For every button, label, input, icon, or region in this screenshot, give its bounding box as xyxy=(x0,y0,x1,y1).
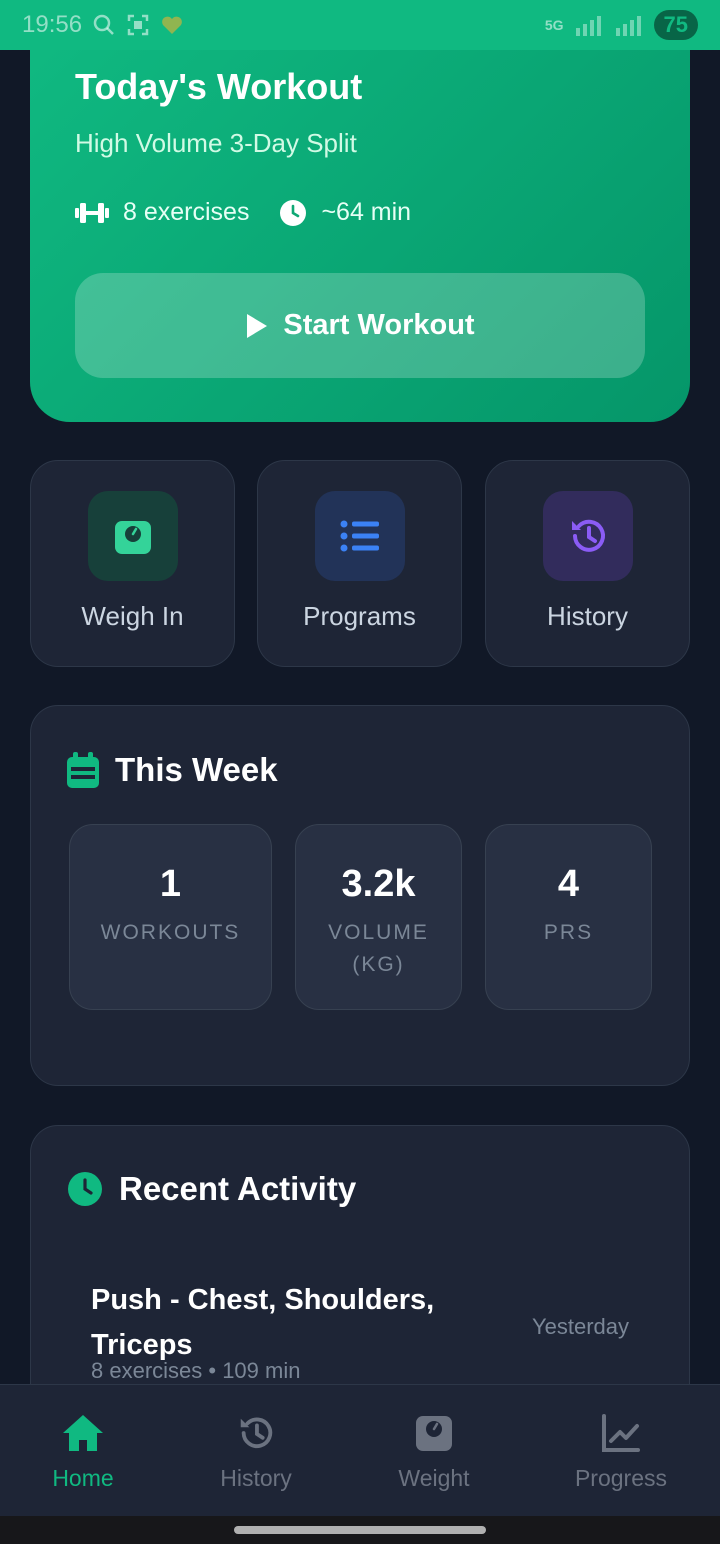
this-week-card: This Week 1 WORKOUTS 3.2k VOLUME (KG) 4 … xyxy=(30,705,690,1086)
volume-label-line1: VOLUME xyxy=(328,921,429,944)
start-workout-button[interactable]: Start Workout xyxy=(75,273,645,378)
exercise-count: 8 exercises xyxy=(75,198,249,227)
clock-icon xyxy=(68,1172,102,1206)
scan-icon xyxy=(127,14,149,36)
weigh-in-icon-box xyxy=(87,491,178,581)
nav-home-label: Home xyxy=(52,1465,114,1491)
nav-home[interactable]: Home xyxy=(3,1413,163,1492)
start-workout-label: Start Workout xyxy=(283,309,475,341)
activity-date: Yesterday xyxy=(531,1314,629,1339)
nav-weight[interactable]: Weight xyxy=(354,1413,514,1492)
home-icon xyxy=(63,1415,103,1451)
health-icon xyxy=(162,16,182,34)
this-week-title: This Week xyxy=(67,751,278,789)
recent-activity-title-text: Recent Activity xyxy=(119,1170,357,1207)
nav-history-label: History xyxy=(220,1465,292,1491)
activity-meta: 8 exercises • 109 min xyxy=(91,1358,301,1383)
prs-label: PRS xyxy=(543,921,594,944)
battery-indicator: 75 xyxy=(653,10,698,40)
weigh-in-button[interactable]: Weigh In xyxy=(30,460,235,667)
workouts-stat: 1 WORKOUTS xyxy=(69,824,272,1010)
list-icon xyxy=(340,520,379,552)
prs-stat: 4 PRS xyxy=(485,824,652,1010)
prs-value: 4 xyxy=(557,863,580,905)
search-icon xyxy=(93,14,114,35)
program-name: High Volume 3-Day Split xyxy=(75,128,357,158)
status-bar: 19:56 5G 75 xyxy=(0,0,720,50)
todays-workout-card: Today's Workout High Volume 3-Day Split … xyxy=(30,30,690,422)
clock-icon xyxy=(280,199,307,226)
dumbbell-icon xyxy=(75,202,109,223)
this-week-title-text: This Week xyxy=(115,751,278,788)
volume-label-line2: (KG) xyxy=(352,953,405,976)
history-icon xyxy=(240,1417,273,1449)
nav-progress[interactable]: Progress xyxy=(541,1413,701,1492)
exercise-count-text: 8 exercises xyxy=(123,198,250,226)
workouts-value: 1 xyxy=(159,863,182,905)
nav-history[interactable]: History xyxy=(176,1413,336,1492)
bottom-nav: Home History Weight Progress xyxy=(0,1384,720,1516)
workout-meta: 8 exercises ~64 min xyxy=(75,198,441,227)
duration: ~64 min xyxy=(279,198,411,227)
scale-icon xyxy=(416,1416,452,1451)
history-icon xyxy=(571,519,605,552)
gesture-area xyxy=(0,1516,720,1544)
volume-value: 3.2k xyxy=(341,863,416,905)
history-button[interactable]: History xyxy=(485,460,690,667)
programs-button[interactable]: Programs xyxy=(257,460,462,667)
signal-icon-2 xyxy=(615,16,641,36)
hero-title: Today's Workout xyxy=(75,66,363,107)
nav-progress-label: Progress xyxy=(574,1465,668,1491)
activity-title: Push - Chest, Shoulders, Triceps xyxy=(91,1284,435,1361)
status-time: 19:56 xyxy=(22,11,83,38)
gesture-bar[interactable] xyxy=(234,1526,486,1534)
calendar-icon xyxy=(67,752,99,788)
weigh-in-label: Weigh In xyxy=(81,601,184,631)
duration-text: ~64 min xyxy=(321,198,412,226)
nav-weight-label: Weight xyxy=(398,1465,470,1491)
programs-label: Programs xyxy=(303,601,416,631)
scale-icon xyxy=(114,521,151,554)
play-icon xyxy=(247,313,268,338)
history-label: History xyxy=(547,601,628,631)
recent-activity-title: Recent Activity xyxy=(67,1170,356,1208)
network-label: 5G xyxy=(544,17,564,33)
volume-label: VOLUME (KG) xyxy=(328,916,429,982)
recent-activity-card: Recent Activity Push - Chest, Shoulders,… xyxy=(30,1125,690,1425)
volume-stat: 3.2k VOLUME (KG) xyxy=(295,824,462,1010)
workouts-label: WORKOUTS xyxy=(100,921,241,944)
chart-line-icon xyxy=(602,1414,640,1452)
programs-icon-box xyxy=(314,491,405,581)
signal-icon xyxy=(575,16,601,36)
history-icon-box xyxy=(542,491,633,581)
